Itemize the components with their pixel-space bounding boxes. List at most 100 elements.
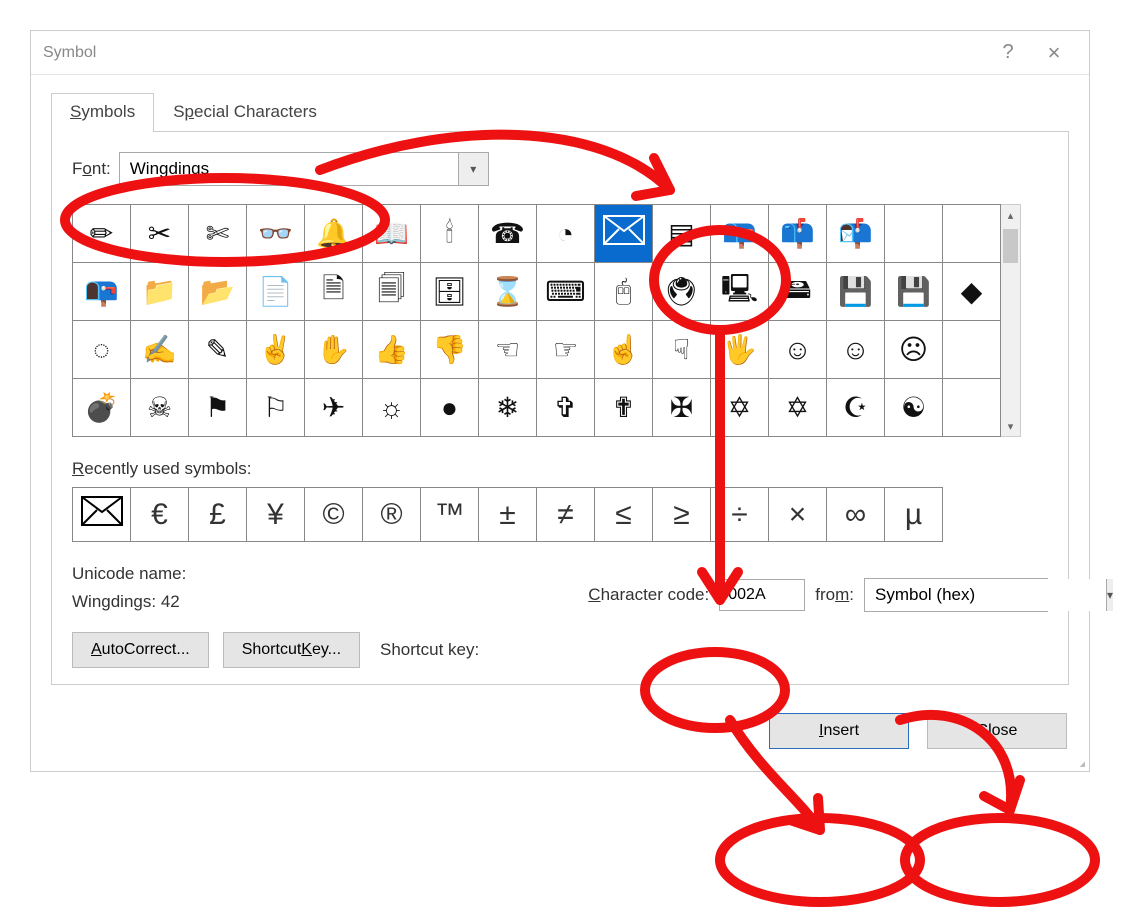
symbol-cell[interactable]: ◆: [943, 263, 1001, 321]
symbol-cell[interactable]: ⌛: [479, 263, 537, 321]
symbol-cell[interactable]: 👍: [363, 321, 421, 379]
symbol-cell[interactable]: ✍: [131, 321, 189, 379]
symbol-cell[interactable]: [943, 205, 1001, 263]
symbol-cell[interactable]: ☞: [537, 321, 595, 379]
symbol-cell[interactable]: ✎: [189, 321, 247, 379]
scroll-down-icon[interactable]: ▾: [1001, 416, 1020, 436]
symbol-cell[interactable]: ☺: [827, 321, 885, 379]
recent-cell[interactable]: ¥: [247, 488, 305, 542]
recent-cell[interactable]: [73, 488, 131, 542]
symbol-cell[interactable]: ✏: [73, 205, 131, 263]
recent-cell[interactable]: ≠: [537, 488, 595, 542]
recent-grid[interactable]: €£¥©®™±≠≤≥÷×∞µ: [72, 487, 943, 542]
recent-cell[interactable]: ≤: [595, 488, 653, 542]
symbol-cell[interactable]: 👓: [247, 205, 305, 263]
symbol-cell[interactable]: [885, 205, 943, 263]
help-icon[interactable]: ?: [985, 41, 1031, 64]
char-code-input[interactable]: [719, 579, 805, 611]
symbol-cell[interactable]: 💣: [73, 379, 131, 437]
symbol-cell[interactable]: ✄: [189, 205, 247, 263]
symbol-cell[interactable]: ☎: [479, 205, 537, 263]
symbol-cell[interactable]: 🔔: [305, 205, 363, 263]
symbol-cell[interactable]: 🖴: [769, 263, 827, 321]
close-icon[interactable]: ×: [1031, 40, 1077, 66]
symbol-cell[interactable]: 🕯: [421, 205, 479, 263]
autocorrect-button[interactable]: AutoCorrect...: [72, 632, 209, 668]
symbol-cell[interactable]: ◌: [73, 321, 131, 379]
symbol-cell[interactable]: ✋: [305, 321, 363, 379]
symbol-cell[interactable]: ☹: [885, 321, 943, 379]
recent-cell[interactable]: ∞: [827, 488, 885, 542]
symbol-cell[interactable]: ✟: [595, 379, 653, 437]
font-input[interactable]: [120, 153, 458, 185]
symbol-cell[interactable]: [943, 321, 1001, 379]
symbol-cell[interactable]: 🗄: [421, 263, 479, 321]
symbol-cell[interactable]: 💾: [885, 263, 943, 321]
symbol-cell[interactable]: ☼: [363, 379, 421, 437]
tab-special-characters[interactable]: Special Characters: [154, 93, 336, 132]
scroll-up-icon[interactable]: ▴: [1001, 205, 1020, 225]
recent-cell[interactable]: €: [131, 488, 189, 542]
symbol-cell[interactable]: 🗎: [305, 263, 363, 321]
symbol-cell[interactable]: ✡: [769, 379, 827, 437]
symbol-cell[interactable]: ⚐: [247, 379, 305, 437]
symbol-cell[interactable]: ✡: [711, 379, 769, 437]
symbol-cell[interactable]: ✂: [131, 205, 189, 263]
symbol-cell[interactable]: ✠: [653, 379, 711, 437]
symbol-cell[interactable]: 📂: [189, 263, 247, 321]
chevron-down-icon[interactable]: ▾: [1106, 579, 1113, 611]
symbol-cell[interactable]: [943, 379, 1001, 437]
symbol-cell[interactable]: 🖲: [653, 263, 711, 321]
symbol-cell[interactable]: ✌: [247, 321, 305, 379]
recent-cell[interactable]: ±: [479, 488, 537, 542]
symbol-cell[interactable]: ☜: [479, 321, 537, 379]
symbol-cell[interactable]: ✈: [305, 379, 363, 437]
recent-cell[interactable]: £: [189, 488, 247, 542]
symbol-cell[interactable]: ☪: [827, 379, 885, 437]
symbol-cell[interactable]: 📪: [711, 205, 769, 263]
symbol-cell[interactable]: ☝: [595, 321, 653, 379]
symbol-cell[interactable]: 💾: [827, 263, 885, 321]
font-combo[interactable]: ▾: [119, 152, 489, 186]
symbol-cell[interactable]: ⌨: [537, 263, 595, 321]
symbol-cell[interactable]: ●: [421, 379, 479, 437]
chevron-down-icon[interactable]: ▾: [458, 153, 488, 185]
symbol-cell[interactable]: [595, 205, 653, 263]
shortcut-key-button[interactable]: Shortcut Key...: [223, 632, 360, 668]
tab-symbols[interactable]: Symbols: [51, 93, 154, 132]
recent-cell[interactable]: ©: [305, 488, 363, 542]
symbol-cell[interactable]: ☺: [769, 321, 827, 379]
symbol-cell[interactable]: 📁: [131, 263, 189, 321]
symbol-cell[interactable]: 🖳: [711, 263, 769, 321]
symbol-cell[interactable]: ☠: [131, 379, 189, 437]
symbol-cell[interactable]: ◔: [537, 205, 595, 263]
symbol-cell[interactable]: 📖: [363, 205, 421, 263]
recent-cell[interactable]: ™: [421, 488, 479, 542]
scrollbar[interactable]: ▴ ▾: [1001, 204, 1021, 437]
symbol-cell[interactable]: 🖐: [711, 321, 769, 379]
symbol-cell[interactable]: 📬: [827, 205, 885, 263]
recent-cell[interactable]: ×: [769, 488, 827, 542]
recent-cell[interactable]: ÷: [711, 488, 769, 542]
symbol-cell[interactable]: 📫: [769, 205, 827, 263]
symbol-cell[interactable]: ▤: [653, 205, 711, 263]
close-button[interactable]: Close: [927, 713, 1067, 749]
symbol-cell[interactable]: ☟: [653, 321, 711, 379]
from-input[interactable]: [865, 579, 1106, 611]
symbol-cell[interactable]: 📭: [73, 263, 131, 321]
symbol-grid[interactable]: ✏✂✄👓🔔📖🕯☎◔▤📪📫📬📭📁📂📄🗎🗐🗄⌛⌨🖰🖲🖳🖴💾💾◆◌✍✎✌✋👍👎☜☞☝☟…: [72, 204, 1001, 437]
symbol-cell[interactable]: 🖰: [595, 263, 653, 321]
symbol-cell[interactable]: 🗐: [363, 263, 421, 321]
from-combo[interactable]: ▾: [864, 578, 1048, 612]
symbol-cell[interactable]: 👎: [421, 321, 479, 379]
resize-grip-icon[interactable]: ◢: [1067, 749, 1085, 767]
insert-button[interactable]: Insert: [769, 713, 909, 749]
symbol-cell[interactable]: ✞: [537, 379, 595, 437]
recent-cell[interactable]: µ: [885, 488, 943, 542]
symbol-cell[interactable]: ⚑: [189, 379, 247, 437]
symbol-cell[interactable]: ❄: [479, 379, 537, 437]
symbol-cell[interactable]: 📄: [247, 263, 305, 321]
recent-cell[interactable]: ≥: [653, 488, 711, 542]
recent-cell[interactable]: ®: [363, 488, 421, 542]
symbol-cell[interactable]: ☯: [885, 379, 943, 437]
